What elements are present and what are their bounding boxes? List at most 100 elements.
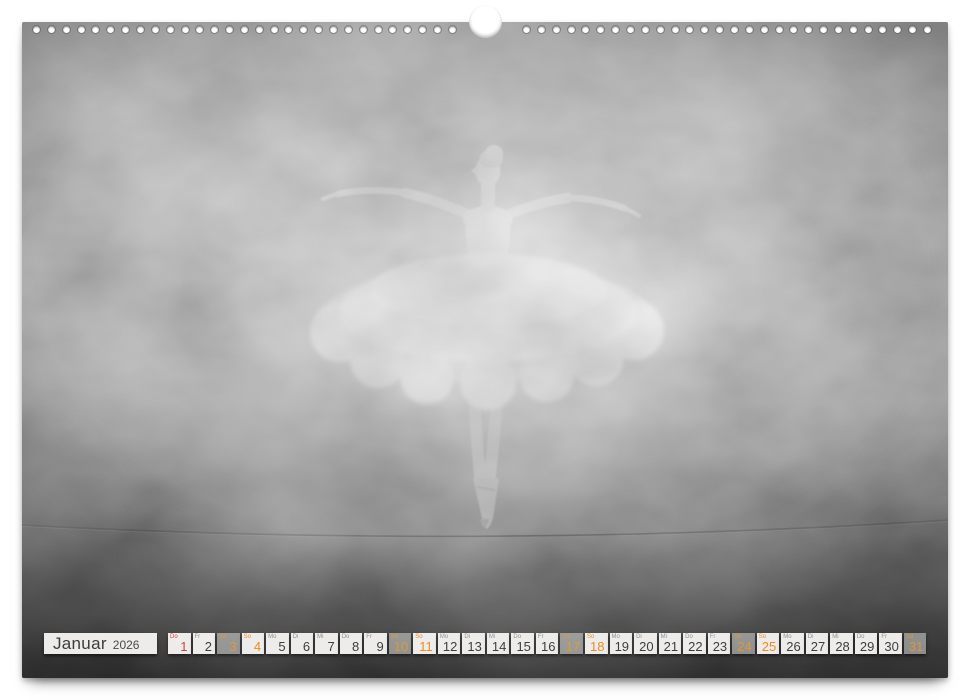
binding-hole [167,26,174,33]
day-cell-11: So11 [413,633,436,654]
binding-hole [582,26,589,33]
month-name: Januar [53,634,107,654]
binding-hole [196,26,203,33]
binding-hole [419,26,426,33]
day-cell-5: Mo5 [266,633,289,654]
binding-hole [597,26,604,33]
day-cell-2: Fr 2 [193,633,216,654]
day-number: 5 [278,640,285,653]
binding-hole [211,26,218,33]
binding-hole [850,26,857,33]
binding-hole [746,26,753,33]
binding-hole [731,26,738,33]
day-cell-18: So18 [585,633,608,654]
binding-hole [330,26,337,33]
binding-hole [345,26,352,33]
ballerina-illustration [22,22,948,678]
binding-hole [701,26,708,33]
binding-hole [805,26,812,33]
day-cell-29: Do29 [855,633,878,654]
binding-hole [122,26,129,33]
binding-hole [360,26,367,33]
day-cell-30: Fr30 [879,633,902,654]
day-number: 19 [615,640,629,653]
weekday-label: So [244,634,251,640]
binding-hole [523,26,530,33]
binding-hole [137,26,144,33]
binding-hole [63,26,70,33]
day-cell-6: Di 6 [291,633,314,654]
day-number: 17 [566,640,580,653]
day-cell-26: Mo26 [781,633,804,654]
binding-hole [241,26,248,33]
day-cell-1: Do1 [168,633,191,654]
binding-hole [686,26,693,33]
binding-hole [285,26,292,33]
day-number: 12 [443,640,457,653]
day-cell-28: Mi28 [830,633,853,654]
binding-hole [404,26,411,33]
calendar-product-view: Januar 2026 Do1Fr2Sa3So4Mo5Di6Mi7Do8Fr9S… [0,0,971,700]
binding-hole [553,26,560,33]
binding-hole [434,26,441,33]
binding-hole [865,26,872,33]
day-number: 23 [713,640,727,653]
day-cell-27: Di27 [806,633,829,654]
day-number: 3 [229,640,236,653]
day-cell-24: Sa24 [732,633,755,654]
day-cell-19: Mo19 [610,633,633,654]
binding-hole [761,26,768,33]
year-label: 2026 [113,638,140,652]
day-cell-20: Di20 [634,633,657,654]
binding-hole [538,26,545,33]
binding-hole [48,26,55,33]
binding-hole [820,26,827,33]
day-cell-9: Fr9 [364,633,387,654]
binding-hole [449,26,456,33]
day-number: 15 [516,640,530,653]
binding-hole [389,26,396,33]
binding-hole [92,26,99,33]
weekday-label: Sa [219,634,226,640]
day-cell-14: Mi14 [487,633,510,654]
day-cell-8: Do8 [340,633,363,654]
day-number: 14 [492,640,506,653]
day-number: 6 [303,640,310,653]
month-label-box: Januar 2026 [44,633,157,654]
day-cell-10: Sa10 [389,633,412,654]
day-cell-3: Sa3 [217,633,240,654]
day-cell-12: Mo12 [438,633,461,654]
ballerina-tightrope-photo [22,22,948,678]
calendar-strip: Januar 2026 Do1Fr2Sa3So4Mo5Di6Mi7Do8Fr9S… [22,633,948,654]
day-number: 16 [541,640,555,653]
day-number: 25 [762,640,776,653]
day-number: 2 [205,640,212,653]
day-number: 31 [909,640,923,653]
calendar-page: Januar 2026 Do1Fr2Sa3So4Mo5Di6Mi7Do8Fr9S… [22,22,948,678]
day-number: 1 [180,640,187,653]
day-cell-22: Do22 [683,633,706,654]
day-number: 26 [786,640,800,653]
day-number: 11 [419,640,433,653]
binding-hole [315,26,322,33]
weekday-label: Fr [195,634,201,640]
binding-hole [182,26,189,33]
day-cell-31: Sa31 [904,633,927,654]
day-number: 30 [884,640,898,653]
day-number: 29 [860,640,874,653]
binding-hole [835,26,842,33]
weekday-label: Mo [268,634,276,640]
day-number: 9 [377,640,384,653]
day-number: 7 [327,640,334,653]
weekday-label: Do [342,634,350,640]
binding-hole [300,26,307,33]
day-number: 20 [639,640,653,653]
day-number: 4 [254,640,261,653]
weekday-label: Di [293,634,299,640]
hanger-notch [469,5,502,38]
binding-hole [271,26,278,33]
binding-hole [78,26,85,33]
day-cell-7: Mi7 [315,633,338,654]
day-number: 8 [352,640,359,653]
day-cell-23: Fr23 [708,633,731,654]
